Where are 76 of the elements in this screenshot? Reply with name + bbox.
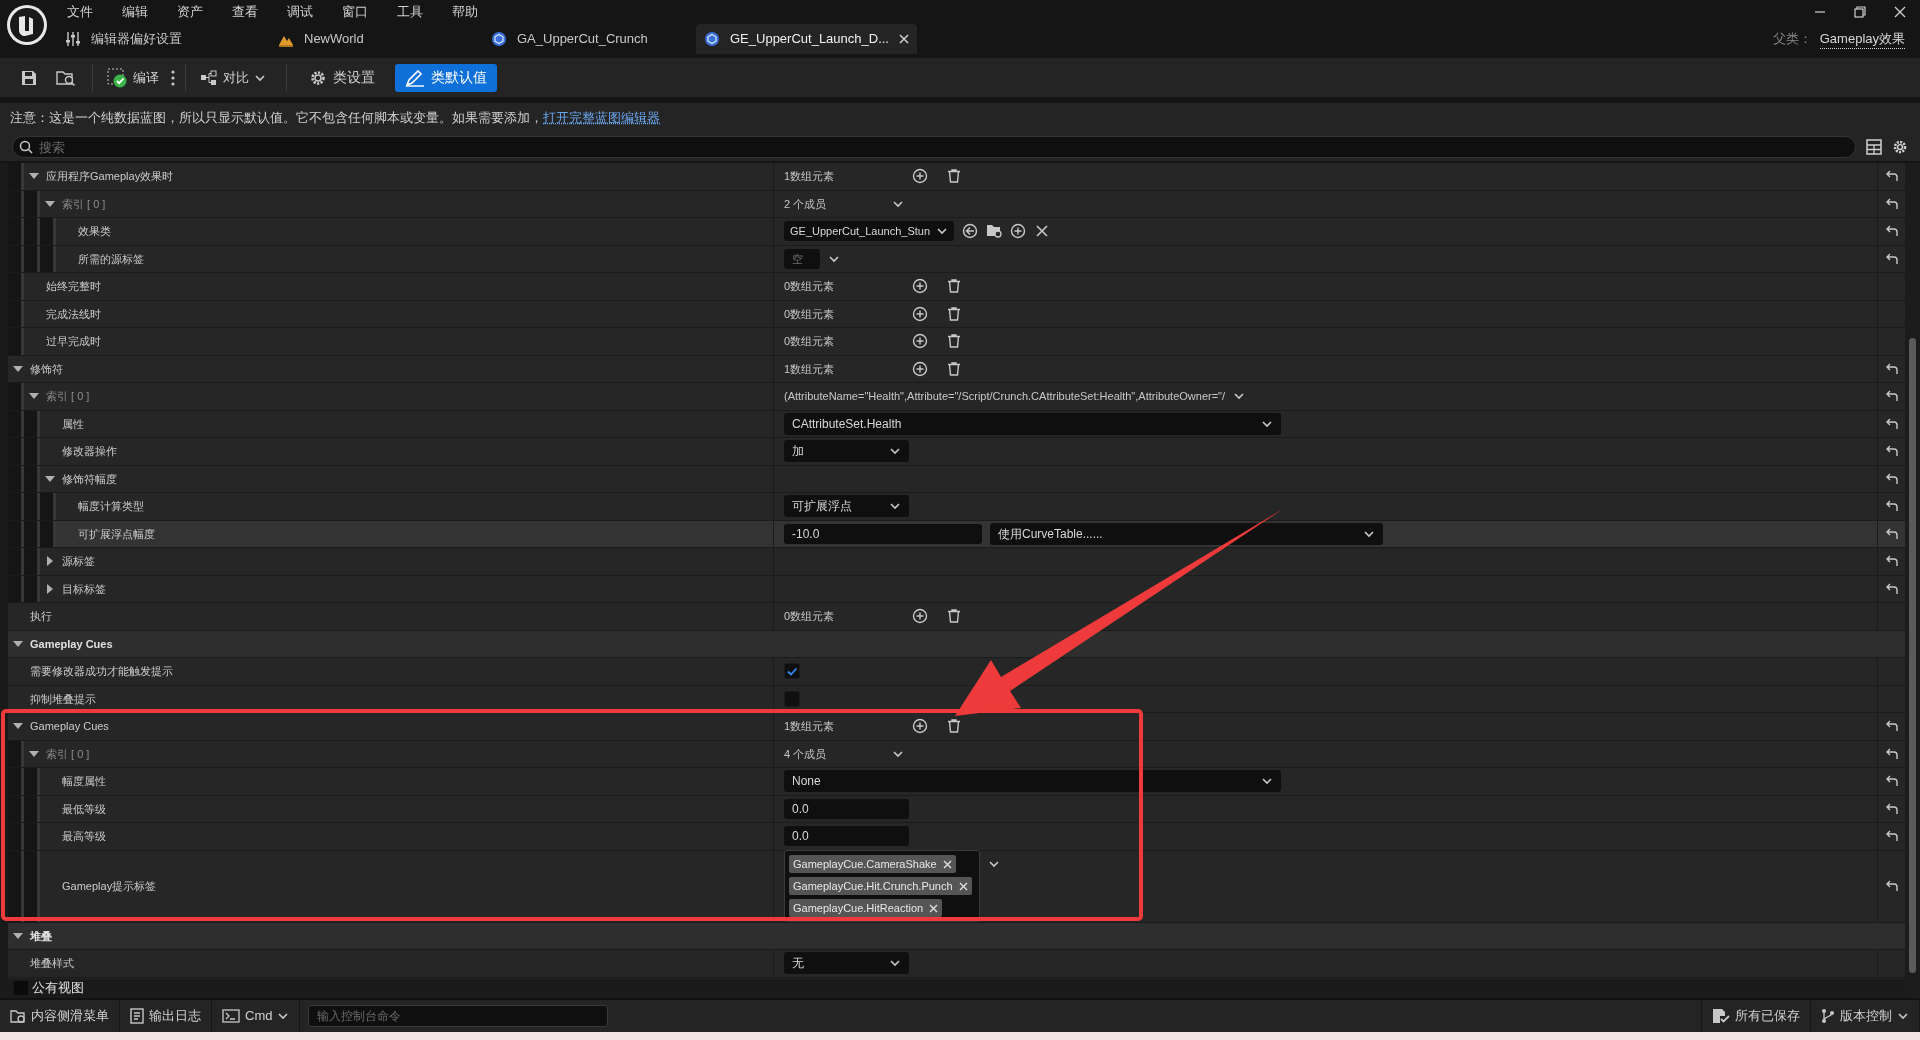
- property-label: 修改器操作: [61, 444, 117, 459]
- combo-box[interactable]: 加: [784, 440, 909, 463]
- property-label: 源标签: [61, 554, 95, 569]
- property-label: 抑制堆叠提示: [29, 691, 96, 707]
- property-label: 需要修改器成功才能触发提示: [29, 664, 173, 679]
- array-count: 0数组元素: [784, 334, 836, 349]
- property-label: 索引 [ 0 ]: [61, 196, 106, 212]
- member-count: 4 个成员: [784, 746, 828, 762]
- parent-class-label: 父类：: [1772, 30, 1812, 49]
- combo-box[interactable]: CAttributeSet.Health: [784, 412, 1281, 435]
- menu-item[interactable]: 资产: [177, 2, 203, 22]
- property-label: Gameplay提示标签: [61, 878, 157, 894]
- property-label: Gameplay Cues: [29, 719, 109, 734]
- property-label: 属性: [61, 416, 84, 432]
- property-label: 修饰符幅度: [61, 471, 117, 487]
- menu-item[interactable]: 文件: [67, 2, 93, 22]
- number-field[interactable]: 0.0: [784, 826, 909, 847]
- combo-box[interactable]: 无: [784, 952, 909, 975]
- mode-button[interactable]: 类默认值: [395, 63, 497, 92]
- mode-button[interactable]: 类设置: [299, 63, 385, 92]
- array-count: 0数组元素: [784, 306, 836, 322]
- tag-chip[interactable]: GameplayCue.HitReaction: [789, 899, 943, 917]
- menu-item[interactable]: 工具: [397, 2, 423, 22]
- category-label: Gameplay Cues: [29, 636, 113, 652]
- menu-item[interactable]: 查看: [232, 2, 258, 22]
- combo-box[interactable]: 使用CurveTable......: [990, 522, 1383, 545]
- array-count: 1数组元素: [784, 719, 836, 734]
- array-count: 1数组元素: [784, 361, 836, 377]
- class-picker[interactable]: GE_UpperCut_Launch_Stun: [784, 221, 955, 242]
- member-count: 2 个成员: [784, 196, 828, 212]
- number-field[interactable]: 0.0: [784, 798, 909, 819]
- property-label: 始终完整时: [45, 279, 101, 294]
- property-label: 效果类: [77, 224, 111, 239]
- number-field[interactable]: -10.0: [784, 523, 982, 544]
- property-label: 目标标签: [61, 581, 106, 597]
- menu-item[interactable]: 编辑: [122, 2, 148, 22]
- property-label: 过早完成时: [45, 334, 101, 349]
- combo-box[interactable]: 可扩展浮点: [784, 495, 909, 518]
- search-field[interactable]: 搜索: [12, 136, 1856, 158]
- menu-item[interactable]: 调试: [287, 2, 313, 22]
- tag-chip[interactable]: GameplayCue.CameraShake: [789, 855, 956, 873]
- editor-link[interactable]: 打开完整蓝图编辑器: [543, 108, 660, 128]
- menu-item[interactable]: 窗口: [342, 2, 368, 22]
- property-label: 所需的源标签: [77, 251, 144, 267]
- public-view-label: 公有视图: [32, 979, 84, 998]
- property-label: 应用程序Gameplay效果时: [45, 169, 174, 184]
- tag-list[interactable]: GameplayCue.CameraShake GameplayCue.Hit.Crunch.Punch GameplayCue.HitReaction: [784, 850, 980, 922]
- property-label: 索引 [ 0 ]: [45, 746, 90, 762]
- property-label: 执行: [29, 609, 52, 624]
- struct-value: (AttributeName="Health",Attribute="/Script/Crunch.CAttributeSet:Health",AttributeOwner="/: [784, 389, 1226, 404]
- editor-tab[interactable]: 编辑器偏好设置: [57, 24, 264, 54]
- property-label: 幅度计算类型: [77, 499, 144, 514]
- property-label: 最低等级: [61, 801, 106, 817]
- property-label: 可扩展浮点幅度: [77, 526, 155, 542]
- array-count: 0数组元素: [784, 279, 836, 294]
- array-count: 0数组元素: [784, 609, 836, 624]
- editor-tab[interactable]: GE_UpperCut_Launch_D...: [696, 24, 917, 54]
- editor-tab[interactable]: NewWorld: [270, 24, 477, 54]
- diff-dropdown[interactable]: 对比: [192, 62, 274, 93]
- array-count: 1数组元素: [784, 169, 836, 184]
- property-label: 完成法线时: [45, 306, 101, 322]
- property-label: 幅度属性: [61, 774, 106, 789]
- combo-box[interactable]: None: [784, 770, 1281, 793]
- compile-button[interactable]: 编译: [99, 62, 167, 93]
- parent-class-link[interactable]: Gameplay效果: [1819, 28, 1905, 50]
- category-label: 堆叠: [29, 928, 52, 944]
- tag-chip[interactable]: GameplayCue.Hit.Crunch.Punch: [789, 877, 972, 895]
- notice-text: 注意：这是一个纯数据蓝图，所以只显示默认值。它不包含任何脚本或变量。如果需要添加，: [10, 109, 543, 128]
- editor-tab[interactable]: GA_UpperCut_Crunch: [483, 24, 690, 54]
- property-label: 堆叠样式: [29, 956, 74, 971]
- menu-item[interactable]: 帮助: [452, 2, 478, 22]
- property-label: 修饰符: [29, 361, 63, 377]
- property-label: 索引 [ 0 ]: [45, 389, 90, 404]
- console-input[interactable]: 输入控制台命令: [308, 1005, 609, 1027]
- property-label: 最高等级: [61, 829, 106, 844]
- tag-field[interactable]: 空: [784, 248, 820, 269]
